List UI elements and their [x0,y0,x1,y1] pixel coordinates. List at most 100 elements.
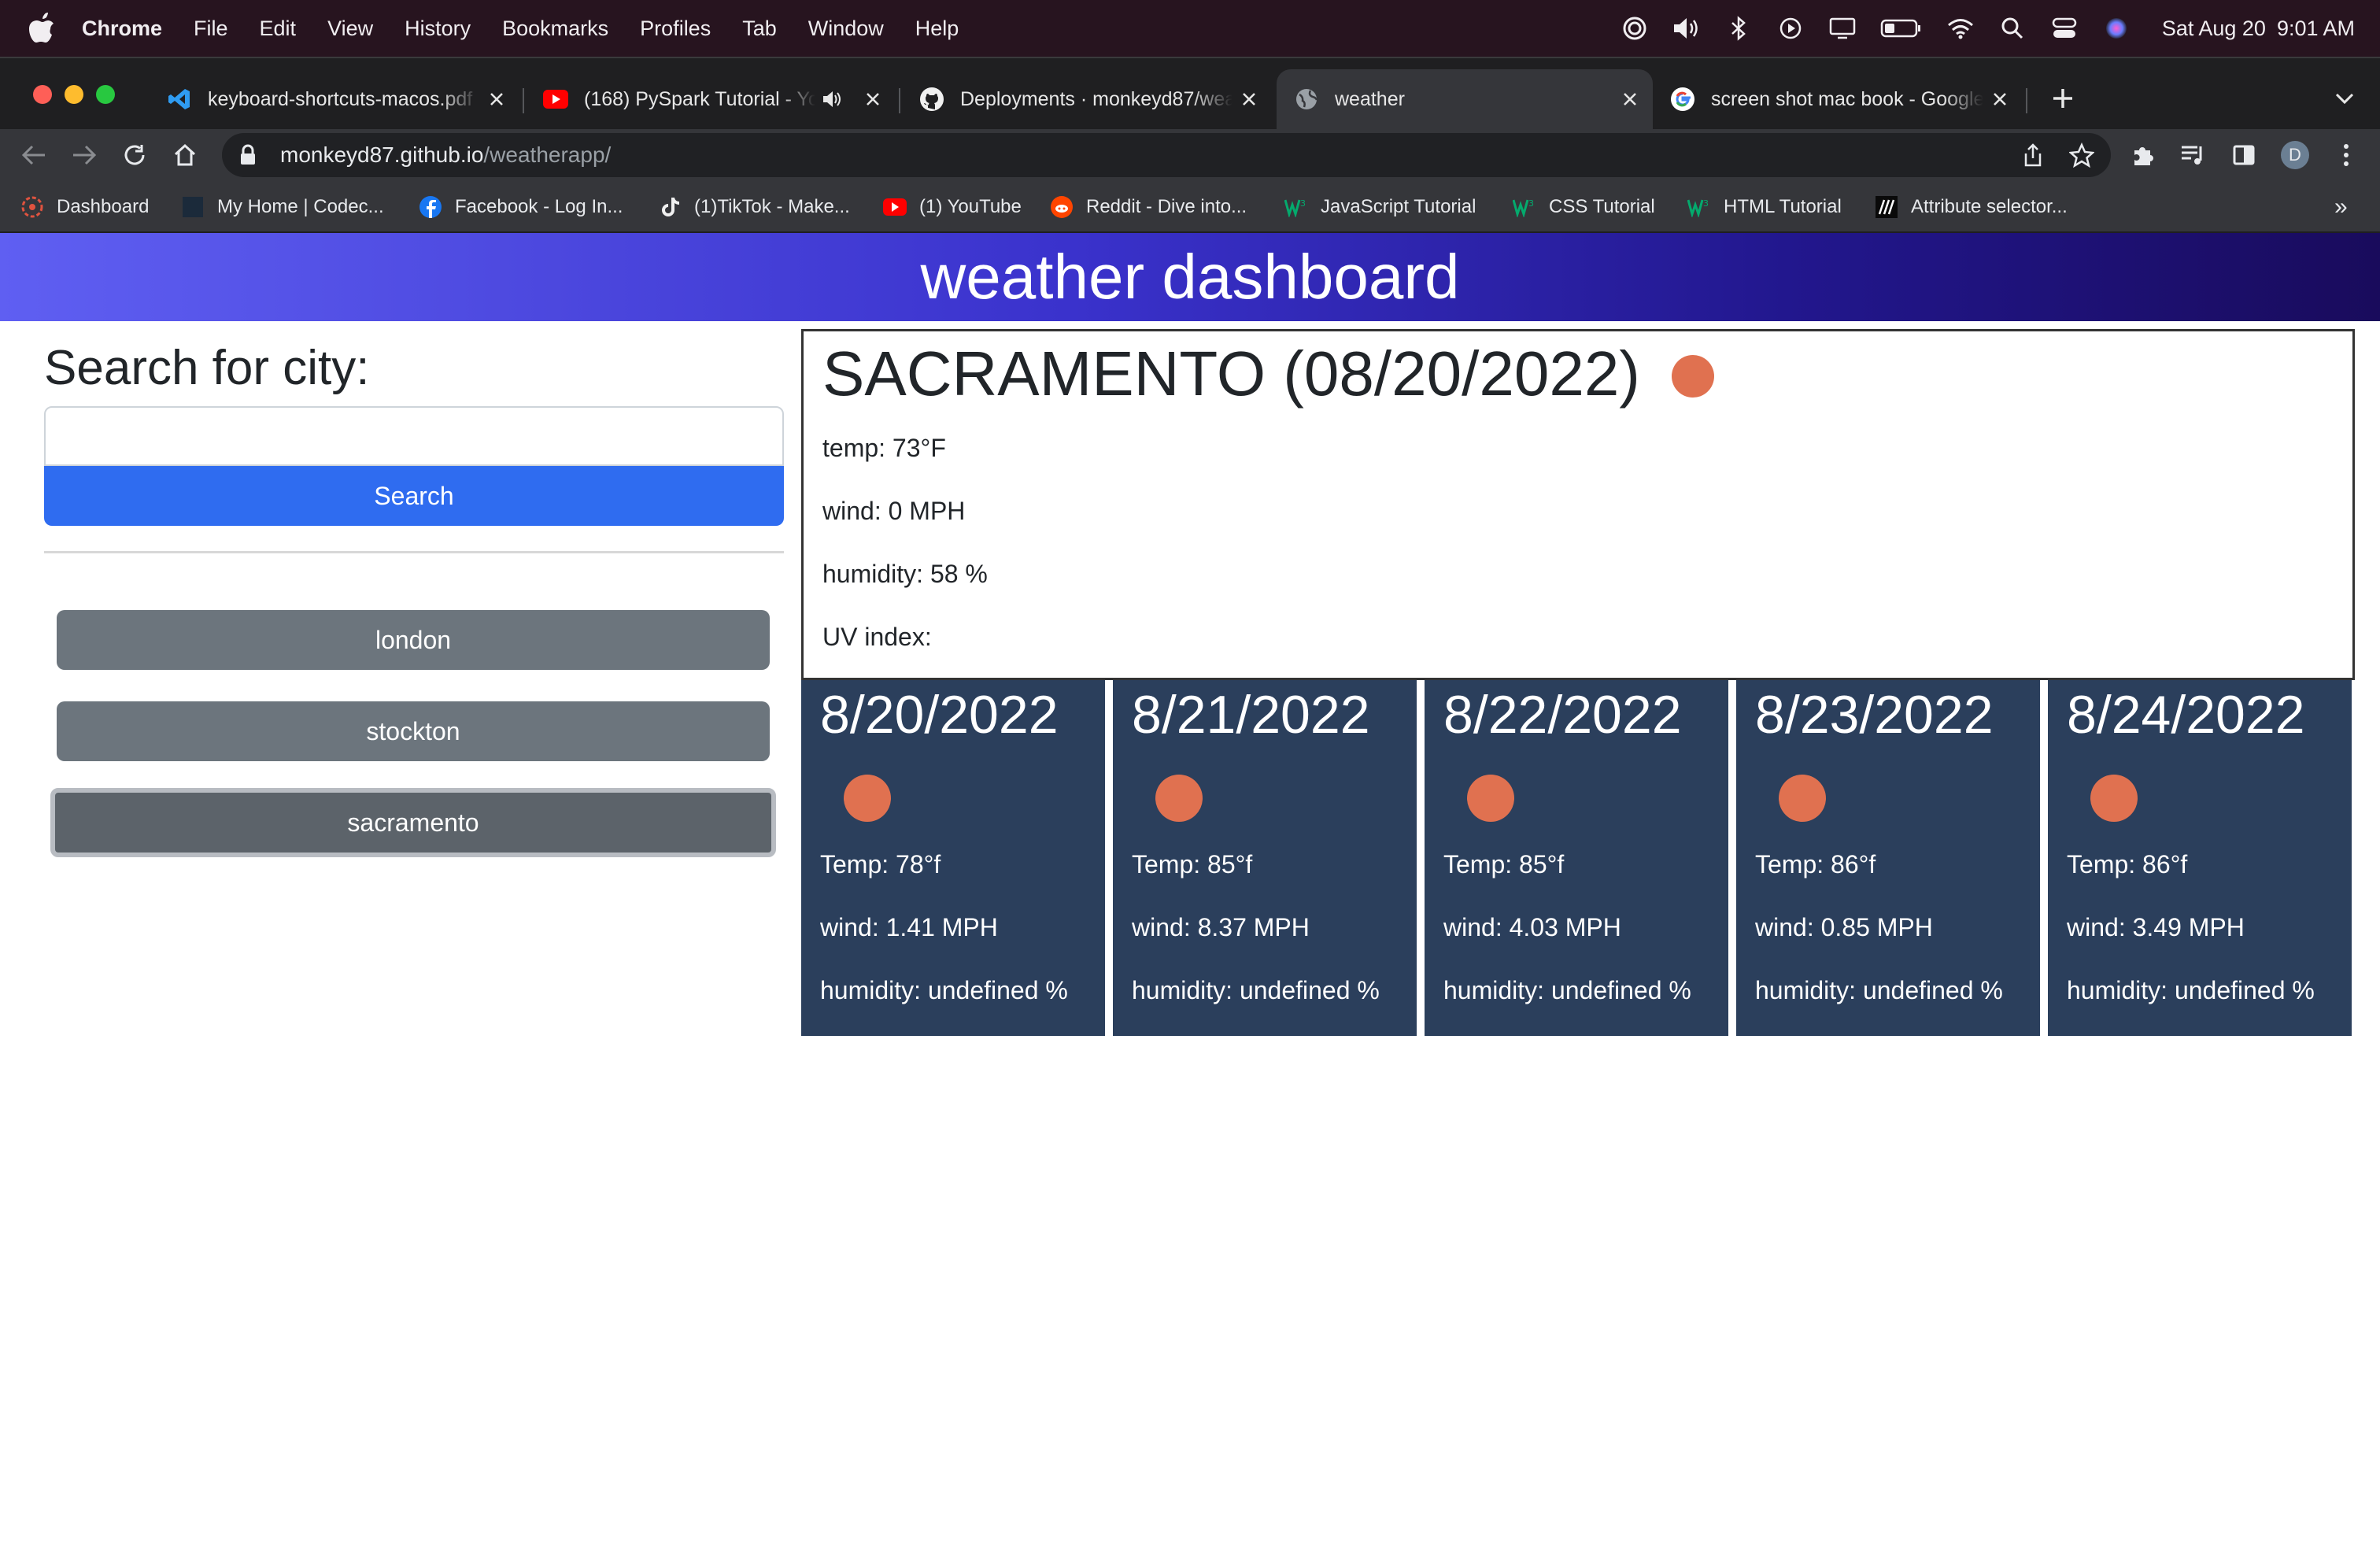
window-minimize-button[interactable] [65,85,83,104]
sidebar-divider [44,551,784,553]
bookmark-html-tutorial[interactable]: 3 HTML Tutorial [1687,192,1842,222]
history-city-button[interactable]: sacramento [50,788,776,857]
bluetooth-icon[interactable] [1724,14,1753,43]
current-wind: wind: 0 MPH [822,497,966,525]
siri-icon[interactable] [2102,14,2131,43]
bookmark-tiktok[interactable]: (1)TikTok - Make... [658,192,850,222]
tab-close-icon[interactable] [1239,89,1259,109]
bookmark-dashboard[interactable]: Dashboard [20,192,149,222]
bookmark-label: Reddit - Dive into... [1086,196,1247,217]
current-weather-panel: SACRAMENTO (08/20/2022) temp: 73°F wind:… [801,329,2355,680]
menu-history[interactable]: History [405,17,471,41]
city-search-input[interactable] [44,406,784,466]
tab-close-icon[interactable] [486,89,507,109]
tab-deployments[interactable]: Deployments · monkeyd87/weatherapp [902,69,1272,129]
forecast-wind: wind: 4.03 MPH [1443,913,1621,941]
youtube-icon [543,87,568,112]
tab-close-icon[interactable] [1990,89,2010,109]
weather-sun-icon [844,775,891,822]
history-city-button[interactable]: stockton [57,701,770,761]
menu-view[interactable]: View [327,17,373,41]
bookmark-attribute-selector[interactable]: Attribute selector... [1875,192,2068,222]
new-tab-plus-icon[interactable] [2048,83,2078,113]
tab-search-chevron-icon[interactable] [2330,83,2360,113]
globe-icon [1294,87,1319,112]
forecast-wind: wind: 8.37 MPH [1132,913,1310,941]
bookmark-facebook[interactable]: Facebook - Log In... [419,192,623,222]
spotlight-search-icon[interactable] [1998,14,2027,43]
tiktok-icon [658,195,682,219]
home-icon[interactable] [170,140,200,170]
github-icon [919,87,944,112]
media-queue-icon[interactable] [2179,140,2208,170]
wifi-icon[interactable] [1946,14,1975,43]
bookmark-label: (1)TikTok - Make... [694,196,850,217]
menubar-clock[interactable]: Sat Aug 20 9:01 AM [2162,17,2355,41]
forecast-card: 8/22/2022 Temp: 85°f wind: 4.03 MPH humi… [1425,680,1728,1036]
menu-window[interactable]: Window [808,17,884,41]
bookmark-css-tutorial[interactable]: 3 CSS Tutorial [1513,192,1655,222]
back-arrow-icon[interactable] [19,140,49,170]
volume-icon[interactable] [1672,14,1701,43]
menu-profiles[interactable]: Profiles [640,17,711,41]
search-button[interactable]: Search [44,466,784,526]
window-close-button[interactable] [33,85,52,104]
menu-tab[interactable]: Tab [742,17,777,41]
window-zoom-button[interactable] [96,85,115,104]
control-center-icon[interactable] [2050,14,2079,43]
weather-sun-icon [1467,775,1514,822]
bookmark-codecademy[interactable]: My Home | Codec... [181,192,384,222]
profile-avatar[interactable]: D [2281,141,2309,169]
menu-app-name[interactable]: Chrome [82,17,162,41]
forecast-date: 8/22/2022 [1443,685,1682,745]
tab-title: (168) PySpark Tutorial - YouTube [584,87,815,110]
tab-weather[interactable]: weather [1277,69,1653,129]
tab-keyboard-shortcuts[interactable]: keyboard-shortcuts-macos.pdf [150,69,519,129]
bookmark-youtube[interactable]: (1) YouTube [883,192,1022,222]
tab-close-icon[interactable] [863,89,883,109]
tab-audio-icon[interactable] [822,89,842,109]
history-city-button[interactable]: london [57,610,770,670]
youtube-icon [883,195,907,219]
page-header: weather dashboard [0,233,2380,321]
tab-separator [899,88,900,113]
bookmark-reddit[interactable]: Reddit - Dive into... [1050,192,1247,222]
forecast-temp: Temp: 86°f [2067,850,2188,878]
bookmarks-overflow-chevron[interactable]: » [2334,192,2348,222]
bookmark-javascript-tutorial[interactable]: 3 JavaScript Tutorial [1284,192,1476,222]
search-heading: Search for city: [44,341,370,395]
weather-sun-icon [1779,775,1826,822]
bookmark-label: My Home | Codec... [217,196,384,217]
menu-help[interactable]: Help [915,17,959,41]
macos-menubar: Chrome File Edit View History Bookmarks … [0,0,2380,57]
dashboard-icon [20,195,44,219]
focus-icon[interactable] [1621,14,1649,43]
menu-edit[interactable]: Edit [260,17,297,41]
facebook-icon [419,195,442,219]
current-uv-index: UV index: [822,623,932,651]
reload-icon[interactable] [120,140,150,170]
share-icon[interactable] [2018,140,2048,170]
browser-toolbar: monkeyd87.github.io/weatherapp/ D [0,129,2380,181]
current-weather-title-row: SACRAMENTO (08/20/2022) [822,335,2352,413]
forward-arrow-icon[interactable] [69,140,99,170]
display-icon[interactable] [1828,14,1857,43]
bookmarks-overflow-label: » [2334,194,2348,220]
side-panel-icon[interactable] [2229,140,2259,170]
lock-icon[interactable] [239,143,263,167]
tab-google-search[interactable]: screen shot mac book - Google Search [1653,69,2023,129]
weather-app-page: weather dashboard Search for city: Searc… [0,233,2380,1546]
tab-pyspark-tutorial[interactable]: (168) PySpark Tutorial - YouTube [526,69,896,129]
battery-icon[interactable] [1880,14,1923,43]
weather-sun-icon [2090,775,2138,822]
media-play-icon[interactable] [1776,14,1805,43]
more-menu-icon[interactable] [2331,140,2361,170]
extensions-puzzle-icon[interactable] [2128,140,2158,170]
tab-separator [523,88,524,113]
address-bar[interactable]: monkeyd87.github.io/weatherapp/ [222,133,2111,177]
apple-icon[interactable] [28,13,55,44]
bookmark-star-icon[interactable] [2067,140,2097,170]
tab-close-icon[interactable] [1620,89,1640,109]
menu-bookmarks[interactable]: Bookmarks [502,17,608,41]
menu-file[interactable]: File [194,17,228,41]
